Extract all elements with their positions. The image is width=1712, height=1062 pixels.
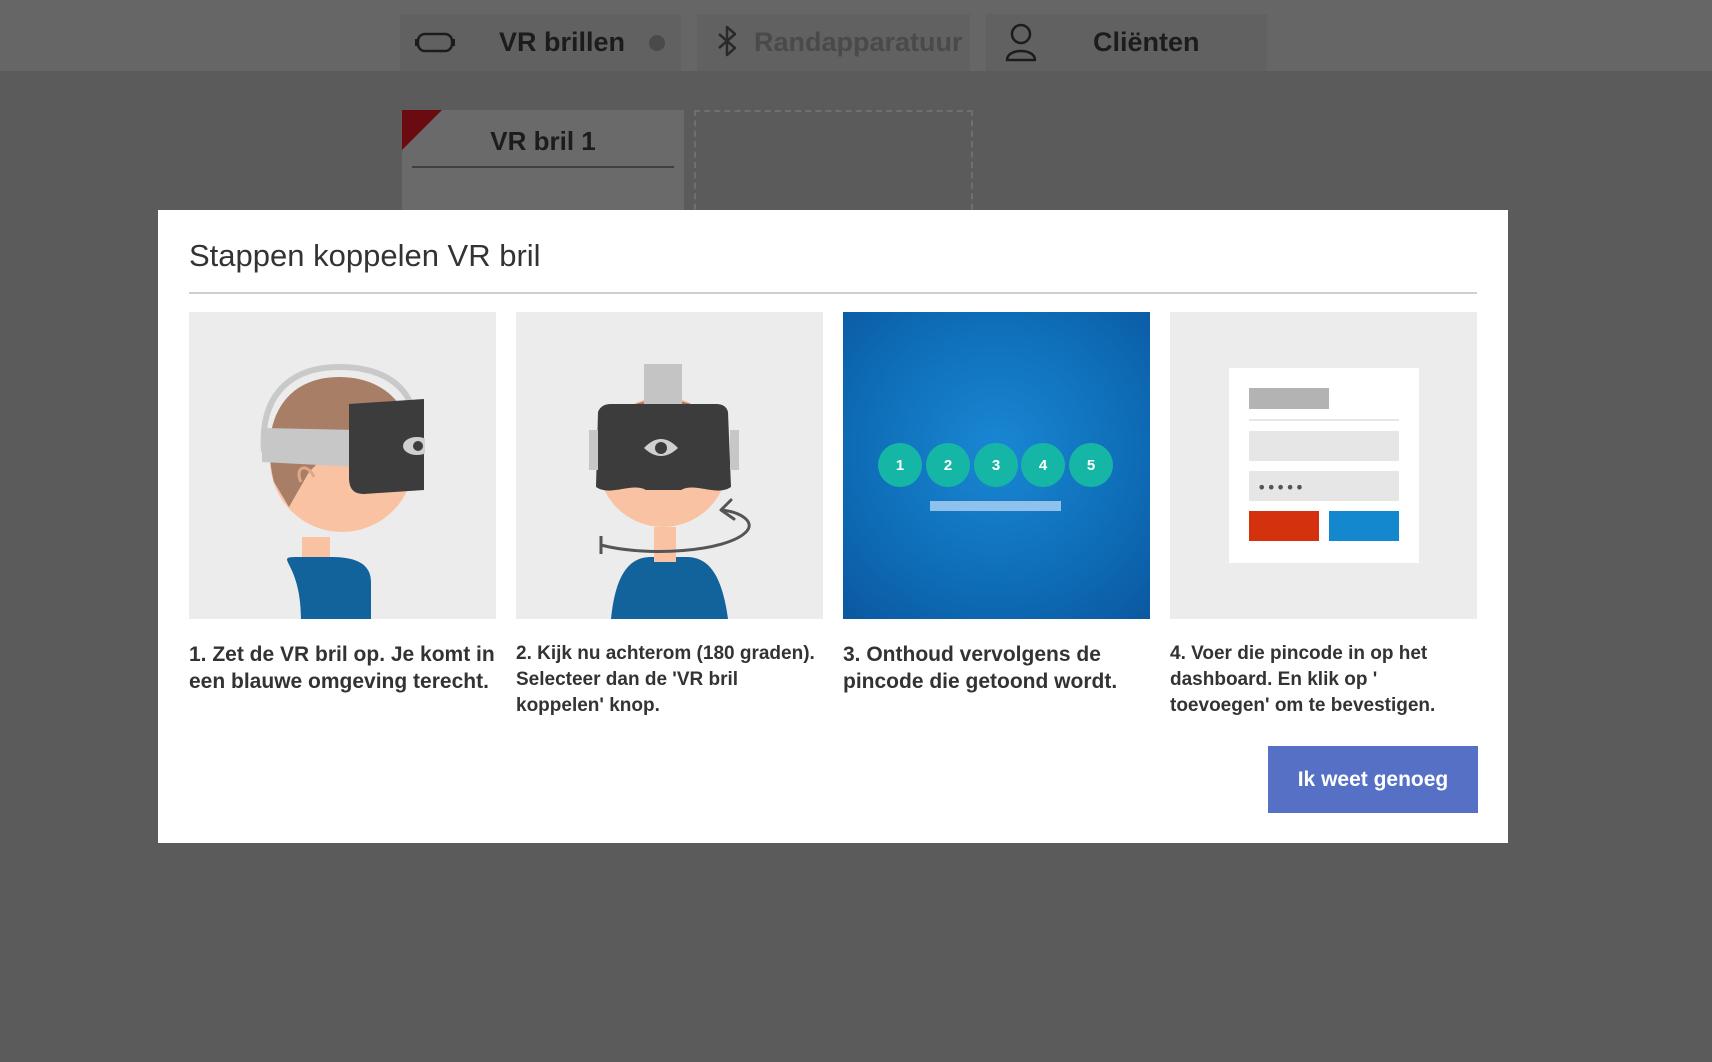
step-4: ••••• 4. Voer die pincode in op het dash… xyxy=(1170,312,1477,720)
bluetooth-icon xyxy=(707,22,749,62)
tab-clienten[interactable]: Cliënten xyxy=(986,14,1267,71)
vr-headset-icon xyxy=(414,22,456,62)
step-1-text: 1. Zet de VR bril op. Je komt in een bla… xyxy=(189,643,495,694)
vr-headset-side-illustration xyxy=(189,312,496,619)
step-2-text: 2. Kijk nu achterom (180 graden). Select… xyxy=(516,643,815,717)
step-1: 1. Zet de VR bril op. Je komt in een bla… xyxy=(189,312,496,696)
step-4-text: 4. Voer die pincode in op het dashboard.… xyxy=(1170,643,1436,717)
pin-digit: 4 xyxy=(1039,457,1048,474)
modal-title: Stappen koppelen VR bril xyxy=(189,238,541,273)
step-3-text: 3. Onthoud vervolgens de pincode die get… xyxy=(843,643,1118,694)
divider xyxy=(189,292,1477,294)
ik-weet-genoeg-button[interactable]: Ik weet genoeg xyxy=(1268,746,1478,813)
device-name: VR bril 1 xyxy=(490,126,596,156)
dashboard-form-illustration: ••••• xyxy=(1170,312,1477,619)
pincode-vr-illustration: 1 2 3 4 5 xyxy=(843,312,1150,619)
look-behind-illustration xyxy=(516,312,823,619)
add-device-slot[interactable] xyxy=(694,110,973,220)
step-3: 1 2 3 4 5 3. Onthoud vervolgens de pinco… xyxy=(843,312,1150,696)
password-mask: ••••• xyxy=(1257,478,1304,497)
step-2: 2. Kijk nu achterom (180 graden). Select… xyxy=(516,312,823,720)
pin-digit: 5 xyxy=(1087,457,1095,474)
divider xyxy=(412,166,674,168)
tab-clienten-label: Cliënten xyxy=(1093,27,1200,57)
pin-digit: 3 xyxy=(992,457,1000,474)
device-card[interactable]: VR bril 1 xyxy=(402,110,684,220)
pin-digit: 2 xyxy=(944,457,952,474)
pairing-steps-modal: Stappen koppelen VR bril 1. Zet de VR br… xyxy=(158,210,1508,843)
user-icon xyxy=(1000,22,1042,62)
tab-randapparatuur[interactable]: Randapparatuur xyxy=(697,14,970,71)
status-dot xyxy=(649,35,665,51)
tab-randapparatuur-label: Randapparatuur xyxy=(754,27,963,57)
tab-vr-brillen[interactable]: VR brillen xyxy=(400,14,681,71)
tab-vr-brillen-label: VR brillen xyxy=(499,27,626,57)
pin-digit: 1 xyxy=(896,457,904,474)
top-navigation: VR brillen Randapparatuur Cliënten xyxy=(0,0,1712,71)
